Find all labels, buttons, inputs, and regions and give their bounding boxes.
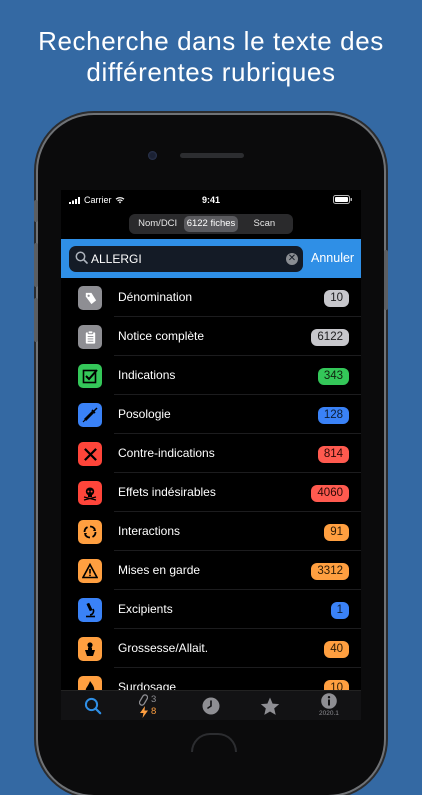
syringe-icon bbox=[78, 403, 102, 427]
cancel-button[interactable]: Annuler bbox=[311, 251, 354, 265]
row-label: Excipients bbox=[118, 602, 173, 616]
headline-line-2: différentes rubriques bbox=[86, 57, 336, 87]
status-time: 9:41 bbox=[201, 195, 220, 205]
bolt-count: 8 bbox=[151, 706, 157, 717]
marketing-headline: Recherche dans le texte des différentes … bbox=[0, 26, 422, 88]
info-icon bbox=[321, 693, 337, 709]
skull-icon bbox=[78, 481, 102, 505]
search-input[interactable]: ALLERGI ✕ bbox=[69, 246, 303, 272]
clock-icon bbox=[202, 697, 220, 715]
status-bar: Carrier 9:41 bbox=[61, 190, 361, 210]
clipboard-icon bbox=[78, 325, 102, 349]
front-camera bbox=[148, 151, 157, 160]
search-query: ALLERGI bbox=[91, 252, 142, 266]
count-badge: 10 bbox=[324, 290, 349, 307]
list-item[interactable]: Mises en garde 3312 bbox=[61, 551, 361, 590]
volume-down-button bbox=[34, 298, 38, 342]
pill-icon bbox=[139, 694, 148, 706]
count-badge: 814 bbox=[317, 446, 349, 463]
baby-icon bbox=[78, 637, 102, 661]
list-item[interactable]: Posologie 128 bbox=[61, 395, 361, 434]
tab-selection[interactable]: 3 8 bbox=[131, 693, 175, 719]
tab-bar: 3 8 2020.1 bbox=[61, 690, 361, 720]
count-badge: 4060 bbox=[311, 485, 349, 502]
tab-info[interactable]: 2020.1 bbox=[309, 693, 349, 719]
checkbox-icon bbox=[78, 364, 102, 388]
count-badge: 91 bbox=[324, 524, 349, 541]
battery-icon bbox=[333, 195, 352, 204]
row-label: Dénomination bbox=[118, 290, 193, 304]
search-bar: ALLERGI ✕ Annuler bbox=[61, 239, 361, 278]
microscope-icon bbox=[78, 598, 102, 622]
star-icon bbox=[260, 697, 280, 715]
section-results-list: Dénomination 10 Notice complète 6122 Indicat… bbox=[61, 278, 361, 707]
tab-favorites[interactable] bbox=[250, 693, 290, 719]
cross-icon bbox=[78, 442, 102, 466]
list-item[interactable]: Indications 343 bbox=[61, 356, 361, 395]
list-item[interactable]: Contre-indications 814 bbox=[61, 434, 361, 473]
row-label: Notice complète bbox=[118, 329, 205, 343]
count-badge: 343 bbox=[317, 368, 349, 385]
headline-line-1: Recherche dans le texte des bbox=[38, 26, 384, 56]
clear-search-button[interactable]: ✕ bbox=[286, 253, 298, 265]
segment-scan[interactable]: Scan bbox=[238, 216, 291, 232]
tab-history[interactable] bbox=[191, 693, 231, 719]
row-label: Effets indésirables bbox=[118, 485, 216, 499]
list-item[interactable]: Dénomination 10 bbox=[61, 278, 361, 317]
tab-search[interactable] bbox=[73, 693, 113, 719]
bolt-icon bbox=[140, 706, 148, 718]
power-button bbox=[384, 250, 388, 310]
row-label: Grossesse/Allait. bbox=[118, 641, 209, 655]
row-label: Indications bbox=[118, 368, 176, 382]
list-item[interactable]: Notice complète 6122 bbox=[61, 317, 361, 356]
count-badge: 128 bbox=[317, 407, 349, 424]
row-label: Contre-indications bbox=[118, 446, 215, 460]
warning-icon bbox=[78, 559, 102, 583]
tag-icon bbox=[78, 286, 102, 310]
count-badge: 1 bbox=[330, 602, 349, 619]
count-badge: 40 bbox=[324, 641, 349, 658]
count-badge: 3312 bbox=[311, 563, 349, 580]
list-item[interactable]: Grossesse/Allait. 40 bbox=[61, 629, 361, 668]
pill-count: 3 bbox=[151, 694, 157, 705]
source-segmented-control: Nom/DCI 6122 fiches Scan bbox=[129, 214, 293, 234]
segment-nom-dci[interactable]: Nom/DCI bbox=[131, 216, 184, 232]
list-item[interactable]: Excipients 1 bbox=[61, 590, 361, 629]
close-icon: ✕ bbox=[287, 253, 297, 264]
volume-up-button bbox=[34, 243, 38, 287]
version-label: 2020.1 bbox=[319, 710, 339, 717]
search-icon bbox=[84, 697, 102, 715]
row-label: Posologie bbox=[118, 407, 171, 421]
list-item[interactable]: Interactions 91 bbox=[61, 512, 361, 551]
row-label: Mises en garde bbox=[118, 563, 201, 577]
count-badge: 6122 bbox=[311, 329, 349, 346]
silent-switch bbox=[34, 200, 38, 222]
list-item[interactable]: Effets indésirables 4060 bbox=[61, 473, 361, 512]
row-label: Interactions bbox=[118, 524, 181, 538]
cycle-icon bbox=[78, 520, 102, 544]
segment-fiches[interactable]: 6122 fiches bbox=[184, 216, 238, 232]
search-icon bbox=[75, 251, 88, 264]
earpiece-speaker bbox=[180, 153, 244, 158]
app-screen: Carrier 9:41 Nom/DCI 6122 fiches Scan AL… bbox=[61, 190, 361, 720]
